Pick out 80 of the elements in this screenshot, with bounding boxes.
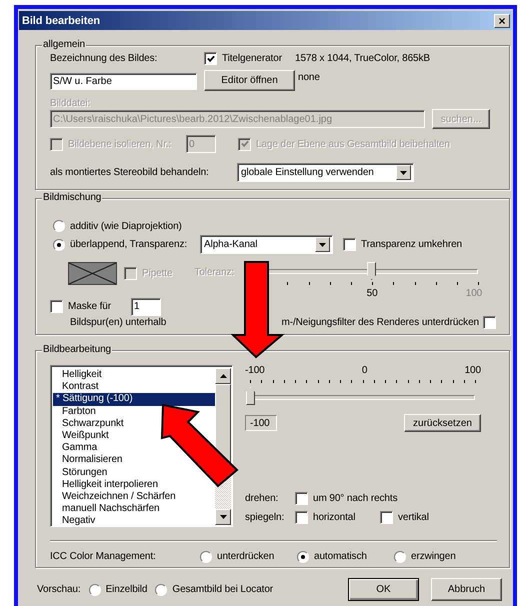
reset-button[interactable]: zurücksetzen [404, 414, 481, 432]
scroll-down-icon[interactable] [215, 509, 231, 525]
list-item[interactable]: Farbton [53, 406, 98, 418]
radio-label: Gesamtbild bei Locator [172, 584, 274, 595]
radio-button[interactable] [297, 550, 309, 562]
tick-label: 50 [366, 288, 378, 299]
cancel-button[interactable]: Abbruch [431, 578, 502, 601]
list-item[interactable]: Negativ [53, 515, 98, 528]
radio-label: überlappend, Transparenz: [70, 239, 188, 250]
window-title: Bild bearbeiten [22, 14, 100, 26]
radio-button[interactable] [155, 584, 168, 596]
transparency-dropdown[interactable]: Alpha-Kanal [200, 235, 333, 254]
name-field[interactable]: S/W u. Farbe [50, 73, 197, 90]
checkbox-label: um 90° nach rechts [313, 493, 398, 504]
mask-caption: Bildspur(en) unterhalb [70, 317, 166, 328]
checkbox[interactable] [483, 316, 496, 329]
tick-label: 0 [362, 365, 368, 377]
option-label: ICC Color Management: [50, 551, 157, 562]
tick-label: 100 [466, 288, 482, 299]
mask-field[interactable]: 1 [131, 298, 161, 316]
option-label: Vorschau: [37, 584, 81, 595]
scroll-up-icon[interactable] [215, 368, 231, 384]
info-text: none [298, 72, 320, 83]
group-title: allgemein [42, 39, 86, 51]
checkbox-label: Bildebene isolieren, Nr.: [68, 138, 172, 150]
list-item[interactable]: Schwarzpunkt [53, 418, 126, 430]
option-label: spiegeln: [245, 512, 286, 523]
tick-label: -100 [245, 365, 265, 377]
field-label: als montiertes Stereobild behandeln: [50, 167, 210, 178]
editor-button[interactable]: Editor öffnen [204, 70, 295, 91]
list-item[interactable]: * Sättigung (-100) [53, 393, 215, 406]
checkbox-label: Titelgenerator [222, 53, 282, 64]
list-item[interactable]: Gamma [53, 442, 100, 454]
checkbox-label: Lage der Ebene aus Gesamtbild beibehalten [256, 138, 450, 150]
radio-label: unterdrücken [217, 551, 274, 562]
radio-button[interactable] [53, 220, 65, 232]
ok-button[interactable]: OK [348, 578, 419, 601]
radio-label: automatisch [314, 551, 367, 562]
radio-label: additiv (wie Diaprojektion) [70, 220, 182, 232]
checkbox[interactable] [50, 300, 63, 313]
checkbox[interactable] [295, 511, 308, 524]
group-title: Bildmischung [42, 192, 102, 204]
list-item[interactable]: Helligkeit interpolieren [53, 478, 160, 491]
radio-label: erzwingen [411, 551, 456, 562]
color-swatch-icon[interactable] [68, 262, 117, 285]
stereo-dropdown[interactable]: globale Einstellung verwenden [237, 163, 414, 182]
radio-label: Einzelbild [106, 584, 148, 595]
checkbox-label: Transparenz umkehren [361, 239, 462, 250]
checkbox-label: vertikal [398, 512, 429, 523]
radio-button[interactable] [394, 550, 406, 562]
radio-button[interactable] [53, 238, 65, 250]
list-item[interactable]: manuell Nachschärfen [53, 503, 162, 516]
field-label: Bilddatei: [50, 98, 90, 109]
list-item[interactable]: Weißpunkt [53, 430, 111, 442]
list-item[interactable]: Kontrast [53, 381, 100, 394]
checkbox[interactable] [343, 238, 356, 251]
checkbox-label: m-/Neigungsfilter des Renderes unterdrücken [282, 317, 479, 328]
list-item[interactable]: Helligkeit [53, 369, 104, 382]
slider-thumb[interactable] [246, 387, 255, 405]
slider-label: Toleranz: [194, 267, 234, 278]
field-label: Bezeichnung des Bildes: [50, 53, 158, 64]
list-item[interactable]: Normalisieren [53, 454, 124, 466]
tick-label: 100 [464, 365, 481, 377]
checkmark-icon [240, 140, 248, 148]
option-label: drehen: [245, 493, 280, 504]
radio-button[interactable] [88, 584, 101, 596]
checkbox-label: horizontal [313, 512, 356, 523]
checkmark-icon [206, 54, 214, 62]
group-title: Bildbearbeitung [42, 344, 112, 356]
list-item[interactable]: Weichzeichnen / Schärfen [53, 490, 178, 504]
checkbox-label: Pipette [142, 268, 172, 279]
close-button[interactable]: × [494, 14, 510, 28]
checkbox[interactable] [295, 492, 308, 505]
list-item[interactable]: Störungen [53, 466, 110, 479]
value-display: -100 [245, 415, 277, 431]
checkbox[interactable] [204, 52, 217, 65]
radio-button[interactable] [200, 550, 212, 562]
checkbox-label: Maske für [68, 301, 112, 312]
checkbox[interactable] [380, 511, 393, 524]
image-info: 1578 x 1044, TrueColor, 865kB [295, 53, 430, 64]
